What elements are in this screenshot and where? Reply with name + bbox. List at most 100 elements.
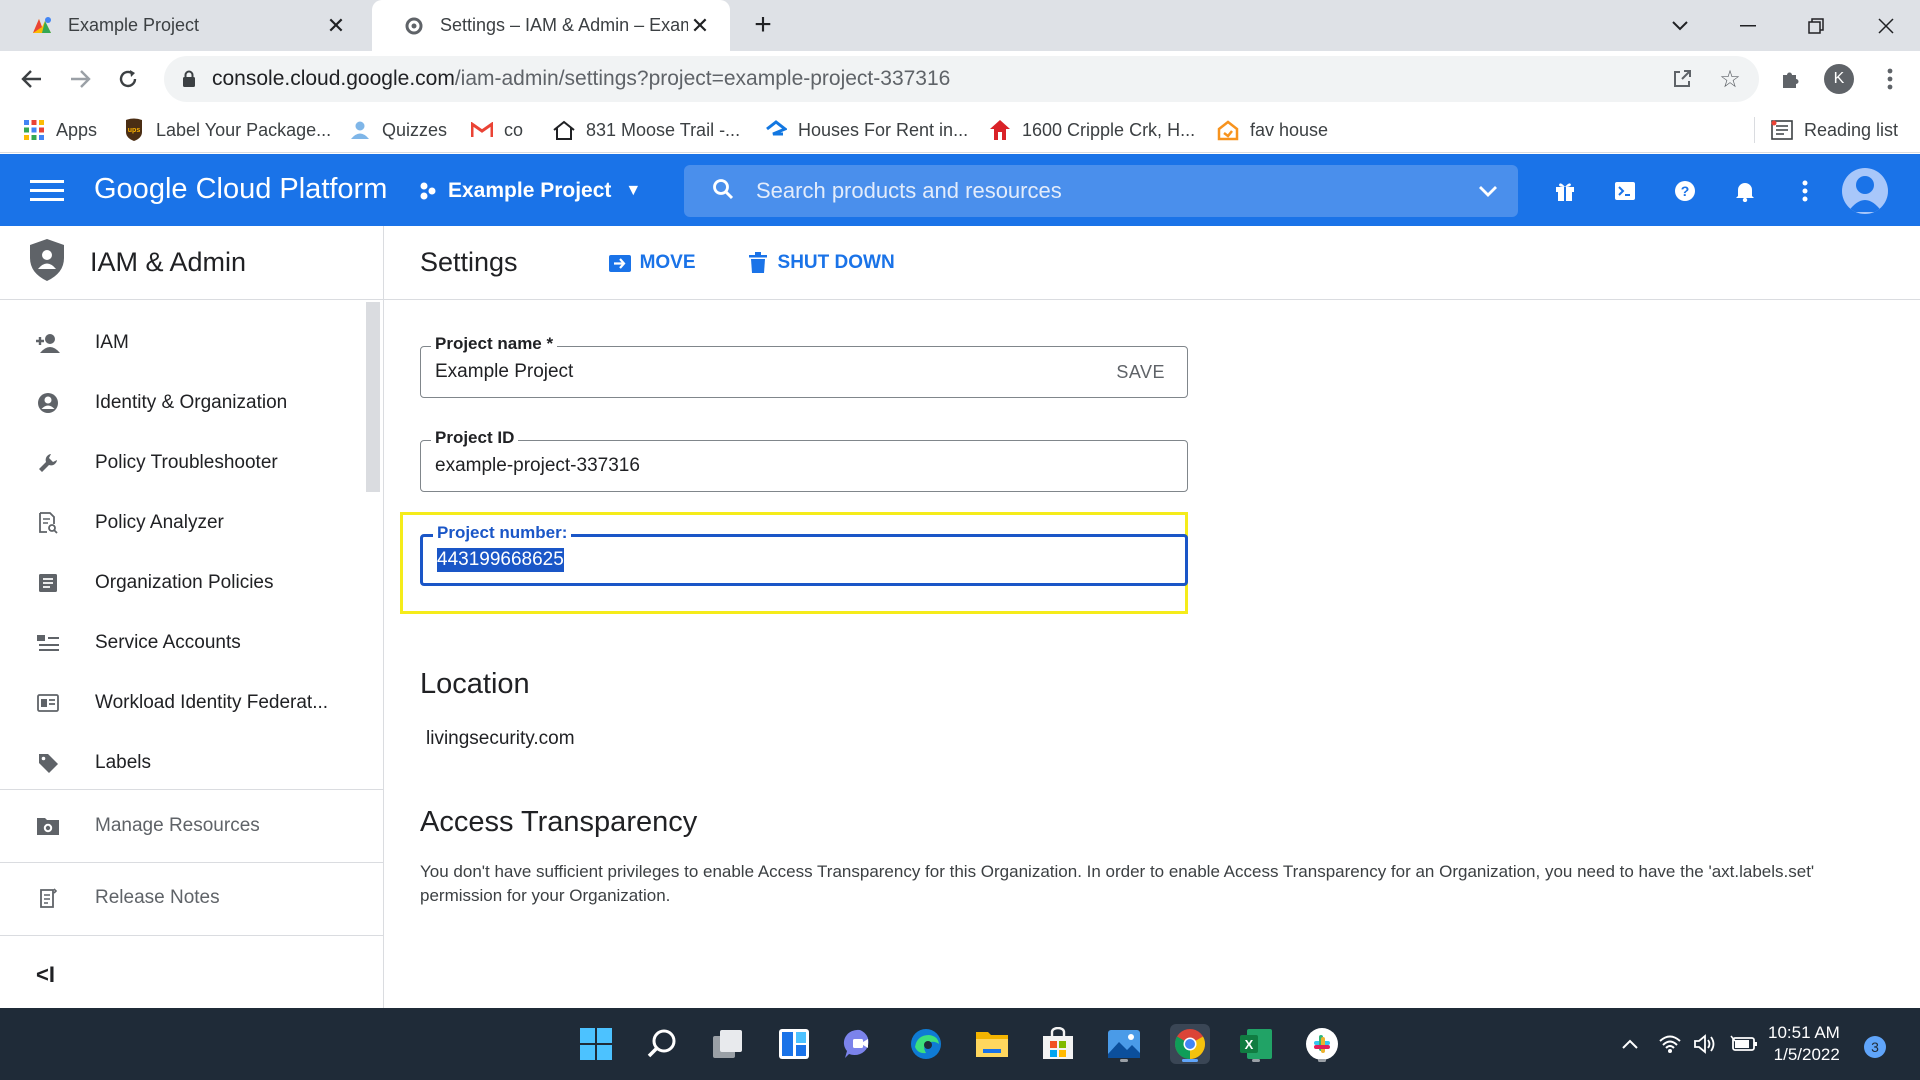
save-button[interactable]: SAVE [1116, 362, 1165, 383]
profile-avatar[interactable]: K [1824, 64, 1854, 94]
file-explorer-icon[interactable] [972, 1024, 1012, 1064]
project-name-label: Project name * [431, 334, 558, 354]
back-arrow-icon[interactable] [14, 61, 50, 97]
bookmark-star-icon[interactable]: ☆ [1712, 61, 1748, 97]
extensions-puzzle-icon[interactable] [1772, 61, 1808, 97]
wifi-icon[interactable] [1656, 1030, 1684, 1058]
browser-toolbar: console.cloud.google.com/iam-admin/setti… [0, 51, 1920, 107]
gift-icon[interactable] [1548, 174, 1582, 208]
notification-count-badge[interactable]: 3 [1864, 1036, 1886, 1058]
reading-list-button[interactable]: Reading list [1770, 107, 1898, 153]
windows-start-icon[interactable] [576, 1024, 616, 1064]
sidebar-item-service-accounts[interactable]: Service Accounts [0, 613, 366, 673]
bookmark-apps[interactable]: Apps [22, 107, 97, 153]
orange-house-icon [1216, 118, 1240, 142]
project-id-field[interactable]: Project ID example-project-337316 [420, 428, 1188, 492]
excel-icon[interactable]: X [1236, 1024, 1276, 1064]
battery-charging-icon[interactable] [1730, 1030, 1758, 1058]
bookmark-label: 831 Moose Trail -... [586, 119, 741, 140]
running-indicator [1252, 1059, 1260, 1062]
sidebar-item-policy-troubleshooter[interactable]: Policy Troubleshooter [0, 433, 366, 493]
notifications-bell-icon[interactable] [1728, 174, 1762, 208]
project-name-input[interactable] [435, 361, 1117, 383]
main-content: Settings MOVE SHUT DOWN Project name * S… [384, 226, 1920, 1008]
more-options-icon[interactable] [1788, 174, 1822, 208]
show-hidden-icons-chevron-icon[interactable] [1616, 1030, 1644, 1058]
project-picker[interactable]: Example Project ▼ [418, 176, 641, 206]
shut-down-button[interactable]: SHUT DOWN [746, 251, 895, 275]
shut-down-button-label: SHUT DOWN [777, 251, 895, 273]
reading-list-label: Reading list [1804, 119, 1899, 140]
forward-arrow-icon[interactable] [62, 61, 98, 97]
hamburger-menu-icon[interactable] [30, 176, 64, 204]
share-icon[interactable] [1664, 61, 1700, 97]
sidebar-item-identity-organization[interactable]: Identity & Organization [0, 373, 366, 433]
sidebar-item-label: Policy Troubleshooter [95, 452, 278, 473]
new-tab-button[interactable]: + [748, 8, 778, 41]
sidebar-item-organization-policies[interactable]: Organization Policies [0, 553, 366, 613]
realtor-house-icon [552, 118, 576, 142]
task-view-icon[interactable] [708, 1024, 748, 1064]
bookmark-cripple-crk[interactable]: 1600 Cripple Crk, H... [988, 107, 1195, 153]
bookmark-ups[interactable]: ups Label Your Package... [122, 107, 331, 153]
photos-icon[interactable] [1104, 1024, 1144, 1064]
sidebar-item-workload-identity[interactable]: Workload Identity Federat... [0, 673, 366, 733]
bookmark-gmail-co[interactable]: co [470, 107, 523, 153]
address-bar[interactable]: console.cloud.google.com/iam-admin/setti… [164, 56, 1759, 102]
tab-search-chevron-icon[interactable] [1660, 6, 1700, 46]
bookmarks-divider [1754, 117, 1755, 143]
sidebar-scrollbar[interactable] [366, 302, 380, 492]
restore-window-icon[interactable] [1796, 6, 1836, 46]
search-input[interactable] [756, 178, 1458, 204]
bookmark-houses-for-rent[interactable]: Houses For Rent in... [764, 107, 968, 153]
sidebar-item-manage-resources[interactable]: Manage Resources [0, 796, 366, 856]
browser-tab-strip: Example Project ✕ Settings – IAM & Admin… [0, 0, 1920, 51]
edge-browser-icon[interactable] [906, 1024, 946, 1064]
help-icon[interactable]: ? [1668, 174, 1702, 208]
trash-icon [746, 251, 770, 275]
project-number-field[interactable]: Project number: 443199668625 [420, 523, 1188, 586]
running-indicator [1318, 1059, 1326, 1062]
sidebar-item-release-notes[interactable]: Release Notes [0, 868, 366, 928]
bookmark-fav-house[interactable]: fav house [1216, 107, 1328, 153]
search-bar[interactable] [684, 165, 1518, 217]
slack-icon[interactable] [1302, 1024, 1342, 1064]
microsoft-store-icon[interactable] [1038, 1024, 1078, 1064]
volume-icon[interactable] [1692, 1030, 1720, 1058]
browser-menu-icon[interactable] [1872, 61, 1908, 97]
collapse-sidebar-icon[interactable]: <I [36, 962, 55, 988]
project-id-value[interactable]: example-project-337316 [435, 455, 640, 477]
sidebar: IAM & Admin IAM Identity & Organization … [0, 226, 384, 1008]
gcp-logo-title[interactable]: Google Cloud Platform [94, 173, 387, 206]
close-window-icon[interactable] [1866, 6, 1906, 46]
minimize-window-icon[interactable] [1728, 6, 1768, 46]
tab-title: Settings – IAM & Admin – Exampl [440, 15, 688, 35]
tab-close-icon[interactable]: ✕ [324, 13, 348, 38]
project-number-value[interactable]: 443199668625 [437, 548, 564, 572]
tab-close-icon[interactable]: ✕ [688, 13, 712, 38]
sidebar-item-policy-analyzer[interactable]: Policy Analyzer [0, 493, 366, 553]
move-button[interactable]: MOVE [608, 251, 696, 275]
taskbar-clock[interactable]: 10:51 AM 1/5/2022 [1768, 1022, 1840, 1066]
sidebar-title: IAM & Admin [90, 247, 247, 277]
tab-example-project[interactable]: Example Project ✕ [0, 0, 366, 51]
account-avatar-icon[interactable] [1842, 168, 1888, 214]
teams-chat-icon[interactable] [840, 1024, 880, 1064]
list-document-icon [35, 570, 61, 596]
tab-settings-iam[interactable]: Settings – IAM & Admin – Exampl ✕ [372, 0, 730, 51]
sidebar-item-iam[interactable]: IAM [0, 313, 366, 373]
bookmark-moose-trail[interactable]: 831 Moose Trail -... [552, 107, 740, 153]
cloud-shell-terminal-icon[interactable] [1608, 174, 1642, 208]
sidebar-item-labels[interactable]: Labels [0, 733, 366, 793]
bookmark-label: Quizzes [382, 119, 448, 140]
project-name-field[interactable]: Project name * SAVE [420, 334, 1188, 398]
reload-icon[interactable] [110, 61, 146, 97]
widgets-icon[interactable] [774, 1024, 814, 1064]
clock-date: 1/5/2022 [1773, 1045, 1840, 1064]
chrome-taskbar-icon[interactable] [1170, 1024, 1210, 1064]
search-icon[interactable] [642, 1024, 682, 1064]
bookmark-quizzes[interactable]: Quizzes [348, 107, 447, 153]
lock-icon[interactable] [182, 70, 202, 88]
page-title: Settings [420, 247, 518, 277]
search-expand-chevron-icon[interactable] [1458, 185, 1518, 197]
